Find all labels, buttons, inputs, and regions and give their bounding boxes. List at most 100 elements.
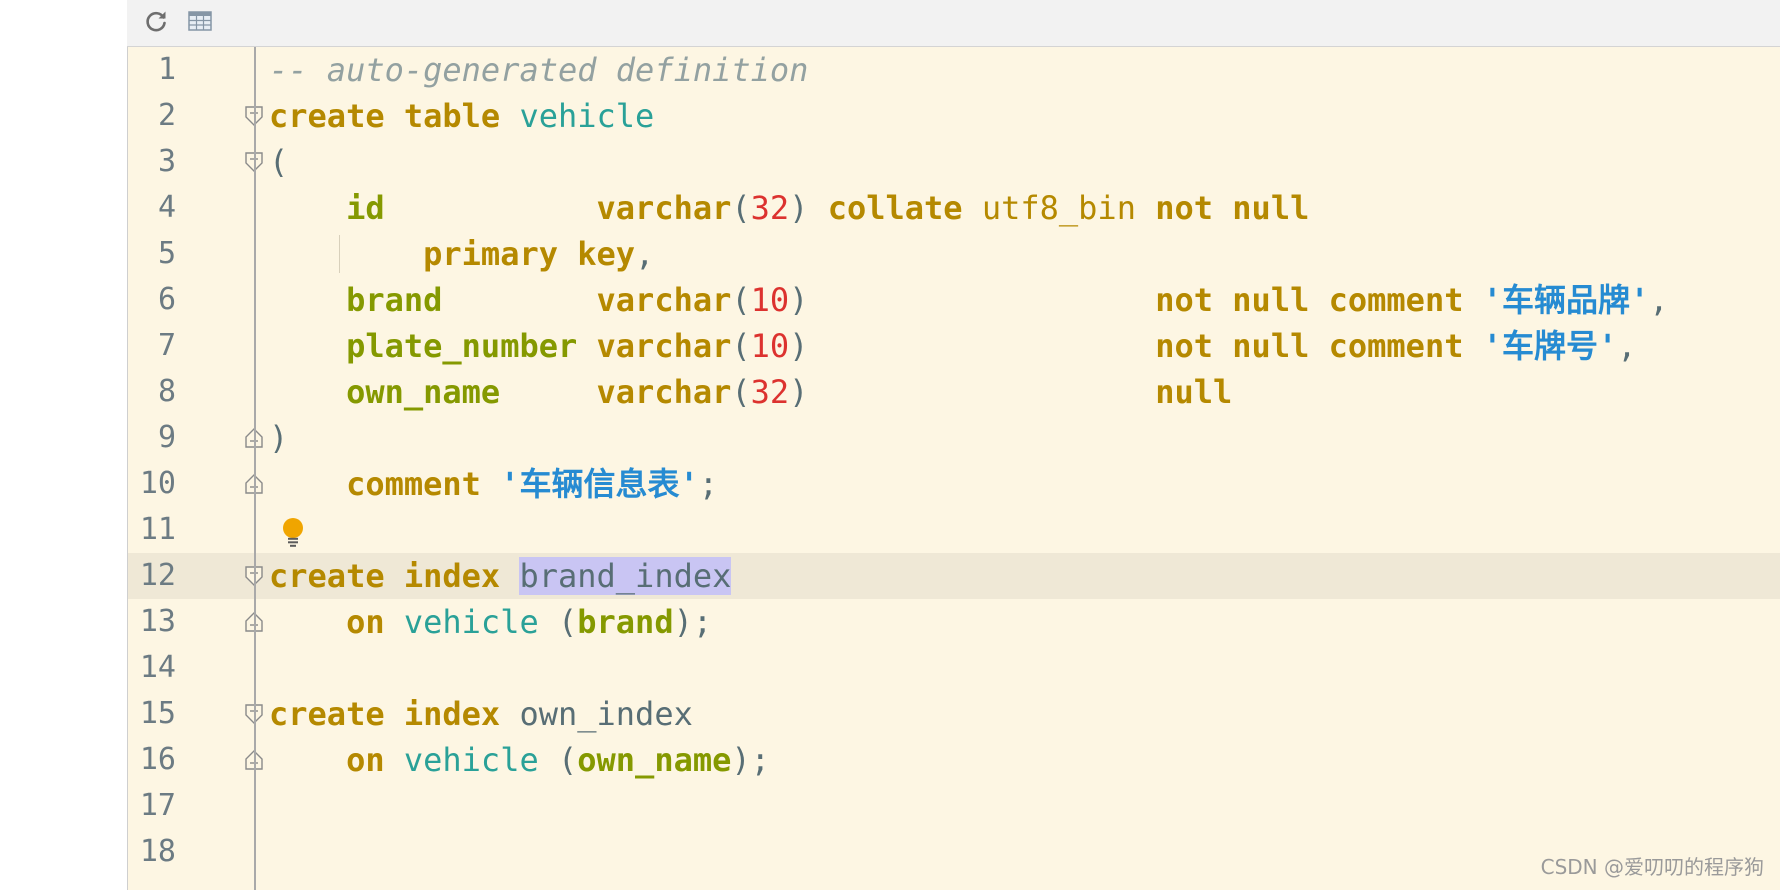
sql-keyword: comment <box>346 465 481 503</box>
left-panel <box>0 0 128 890</box>
code-line[interactable]: 8 own_name varchar(32) null <box>128 369 1780 415</box>
table-name: vehicle <box>403 741 539 779</box>
column-name: brand <box>346 281 443 319</box>
code-line[interactable]: 14 <box>128 645 1780 691</box>
code-text[interactable]: on vehicle (own_name); <box>269 737 770 783</box>
code-token: ( <box>731 327 751 365</box>
code-line[interactable]: 4 id varchar(32) collate utf8_bin not nu… <box>128 185 1780 231</box>
code-line[interactable]: 6 brand varchar(10) not null comment '车辆… <box>128 277 1780 323</box>
sql-keyword: utf8_bin <box>981 189 1136 227</box>
column-name: plate_number <box>346 327 578 365</box>
code-line[interactable]: 12 create index brand_index <box>128 553 1780 599</box>
code-line[interactable]: 11 <box>128 507 1780 553</box>
line-number: 6 <box>157 282 176 317</box>
sql-keyword: table <box>403 97 501 135</box>
sql-editor[interactable]: 1 -- auto-generated definition 2 create tab… <box>128 47 1780 890</box>
number-literal: 10 <box>750 327 790 365</box>
code-text[interactable]: comment '车辆信息表'; <box>269 461 718 507</box>
sql-keyword: on <box>346 741 385 779</box>
code-line[interactable]: 17 <box>128 783 1780 829</box>
code-line[interactable]: 3( <box>128 139 1780 185</box>
number-literal: 10 <box>750 281 790 319</box>
sql-keyword: null <box>1232 281 1310 319</box>
sql-keyword: comment <box>1328 281 1464 319</box>
code-token: ) <box>789 189 828 227</box>
code-token: , <box>1617 327 1637 365</box>
line-number: 18 <box>139 834 176 869</box>
code-text[interactable]: create table vehicle <box>269 93 654 139</box>
sql-keyword: create <box>269 695 385 733</box>
code-token: ) <box>789 281 1156 319</box>
code-token: ( <box>269 143 289 181</box>
sql-keyword: on <box>346 603 385 641</box>
lightbulb-icon[interactable] <box>281 517 305 549</box>
code-line[interactable]: 2 create table vehicle <box>128 93 1780 139</box>
code-text[interactable]: on vehicle (brand); <box>269 599 712 645</box>
table-name: vehicle <box>403 603 539 641</box>
code-line[interactable]: 7 plate_number varchar(10) not null comm… <box>128 323 1780 369</box>
code-line[interactable]: 16 on vehicle (own_name); <box>128 737 1780 783</box>
code-text[interactable]: plate_number varchar(10) not null commen… <box>269 323 1637 369</box>
table-view-button[interactable] <box>183 4 217 38</box>
code-line[interactable]: 13 on vehicle (brand); <box>128 599 1780 645</box>
code-text[interactable]: ( <box>269 139 288 185</box>
code-token: , <box>635 235 655 273</box>
line-number: 15 <box>139 696 176 731</box>
line-number: 17 <box>139 788 176 823</box>
column-name: brand <box>577 603 674 641</box>
code-token: ) <box>269 419 289 457</box>
code-token: ); <box>731 741 770 779</box>
code-line[interactable]: 15 create index own_index <box>128 691 1780 737</box>
line-number: 11 <box>139 512 176 547</box>
code-text[interactable]: own_name varchar(32) null <box>269 369 1232 415</box>
code-text[interactable]: -- auto-generated definition <box>269 47 808 93</box>
code-text[interactable]: primary key, <box>269 231 654 277</box>
string-literal: '车牌号' <box>1482 327 1618 365</box>
code-text[interactable]: create index own_index <box>269 691 693 737</box>
code-text[interactable]: id varchar(32) collate utf8_bin not null <box>269 185 1309 231</box>
code-token: ( <box>538 603 578 641</box>
code-line[interactable]: 10 comment '车辆信息表'; <box>128 461 1780 507</box>
code-line[interactable]: 9) <box>128 415 1780 461</box>
line-number: 3 <box>157 144 176 179</box>
sql-keyword: comment <box>1328 327 1464 365</box>
sql-keyword: index <box>403 695 501 733</box>
line-number: 16 <box>139 742 176 777</box>
line-number: 7 <box>157 328 176 363</box>
code-text[interactable]: brand varchar(10) not null comment '车辆品牌… <box>269 277 1668 323</box>
number-literal: 32 <box>750 373 790 411</box>
column-name: id <box>346 189 385 227</box>
refresh-icon <box>146 11 166 32</box>
sql-keyword: varchar <box>596 373 732 411</box>
code-token: ( <box>731 373 751 411</box>
code-token: own_index <box>519 695 693 733</box>
code-line[interactable]: 5 primary key, <box>128 231 1780 277</box>
code-text[interactable]: ) <box>269 415 288 461</box>
code-text[interactable]: create index brand_index <box>269 553 732 599</box>
code-line[interactable]: 1 -- auto-generated definition <box>128 47 1780 93</box>
gutter-separator <box>254 47 256 890</box>
refresh-button[interactable] <box>139 4 173 38</box>
code-token: ( <box>731 281 751 319</box>
code-line[interactable]: 18 <box>128 829 1780 875</box>
